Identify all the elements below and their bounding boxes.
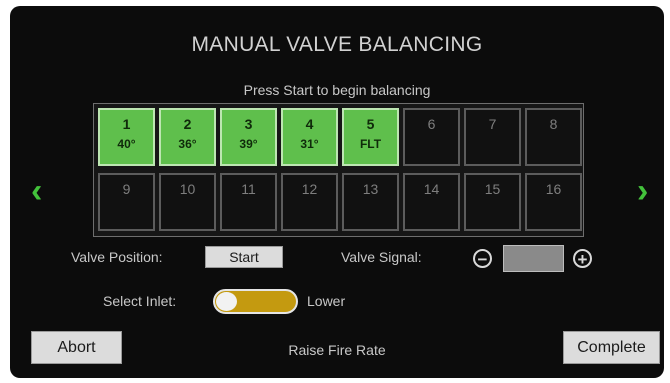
complete-button[interactable]: Complete (563, 331, 660, 364)
plus-circle-icon[interactable]: + (573, 249, 592, 268)
valve-number: 3 (244, 116, 253, 132)
valve-cell-1[interactable]: 1 40° (98, 108, 155, 166)
valve-number: 6 (427, 116, 436, 132)
valve-number: 13 (362, 181, 379, 197)
valve-cell-13[interactable]: 13 (342, 173, 399, 231)
valve-cell-8[interactable]: 8 (525, 108, 582, 166)
valve-cell-11[interactable]: 11 (220, 173, 277, 231)
valve-value: FLT (359, 137, 382, 151)
minus-circle-icon[interactable]: − (473, 249, 492, 268)
valve-cell-3[interactable]: 3 39° (220, 108, 277, 166)
valve-cell-5[interactable]: 5 FLT (342, 108, 399, 166)
valve-signal-value[interactable] (503, 245, 564, 272)
valve-number: 7 (488, 116, 497, 132)
valve-value: 36° (178, 137, 197, 151)
valve-number: 8 (549, 116, 558, 132)
valve-number: 12 (301, 181, 318, 197)
select-inlet-label: Select Inlet: (103, 293, 177, 309)
valve-number: 14 (423, 181, 440, 197)
valve-cell-6[interactable]: 6 (403, 108, 460, 166)
valve-number: 4 (305, 116, 314, 132)
valve-value: 40° (117, 137, 136, 151)
valve-number: 16 (545, 181, 562, 197)
valve-cell-2[interactable]: 2 36° (159, 108, 216, 166)
valve-number: 1 (122, 116, 131, 132)
valve-signal-label: Valve Signal: (341, 249, 422, 265)
valve-cell-16[interactable]: 16 (525, 173, 582, 231)
valve-cell-4[interactable]: 4 31° (281, 108, 338, 166)
toggle-knob (216, 292, 237, 311)
valve-position-label: Valve Position: (71, 249, 163, 265)
valve-grid: 1 40° 2 36° 3 39° 4 31° 5 FLT 6 7 8 9 10… (93, 103, 584, 237)
valve-number: 9 (122, 181, 131, 197)
valve-number: 15 (484, 181, 501, 197)
valve-number: 11 (241, 181, 256, 197)
inlet-toggle[interactable] (213, 289, 298, 314)
inlet-selected-label: Lower (307, 293, 346, 309)
valve-number: 2 (183, 116, 192, 132)
chevron-right-icon[interactable]: › (637, 174, 648, 208)
valve-value: 31° (300, 137, 319, 151)
valve-value: 39° (239, 137, 258, 151)
valve-cell-15[interactable]: 15 (464, 173, 521, 231)
chevron-left-icon[interactable]: ‹ (31, 174, 42, 208)
instruction-text: Press Start to begin balancing (243, 82, 431, 98)
valve-number: 10 (179, 181, 196, 197)
valve-cell-9[interactable]: 9 (98, 173, 155, 231)
valve-number: 5 (366, 116, 375, 132)
valve-cell-12[interactable]: 12 (281, 173, 338, 231)
valve-cell-14[interactable]: 14 (403, 173, 460, 231)
valve-balancing-screen: MANUAL VALVE BALANCING Press Start to be… (10, 6, 664, 378)
valve-cell-10[interactable]: 10 (159, 173, 216, 231)
valve-cell-7[interactable]: 7 (464, 108, 521, 166)
start-button[interactable]: Start (205, 246, 283, 268)
page-title: MANUAL VALVE BALANCING (191, 33, 483, 56)
